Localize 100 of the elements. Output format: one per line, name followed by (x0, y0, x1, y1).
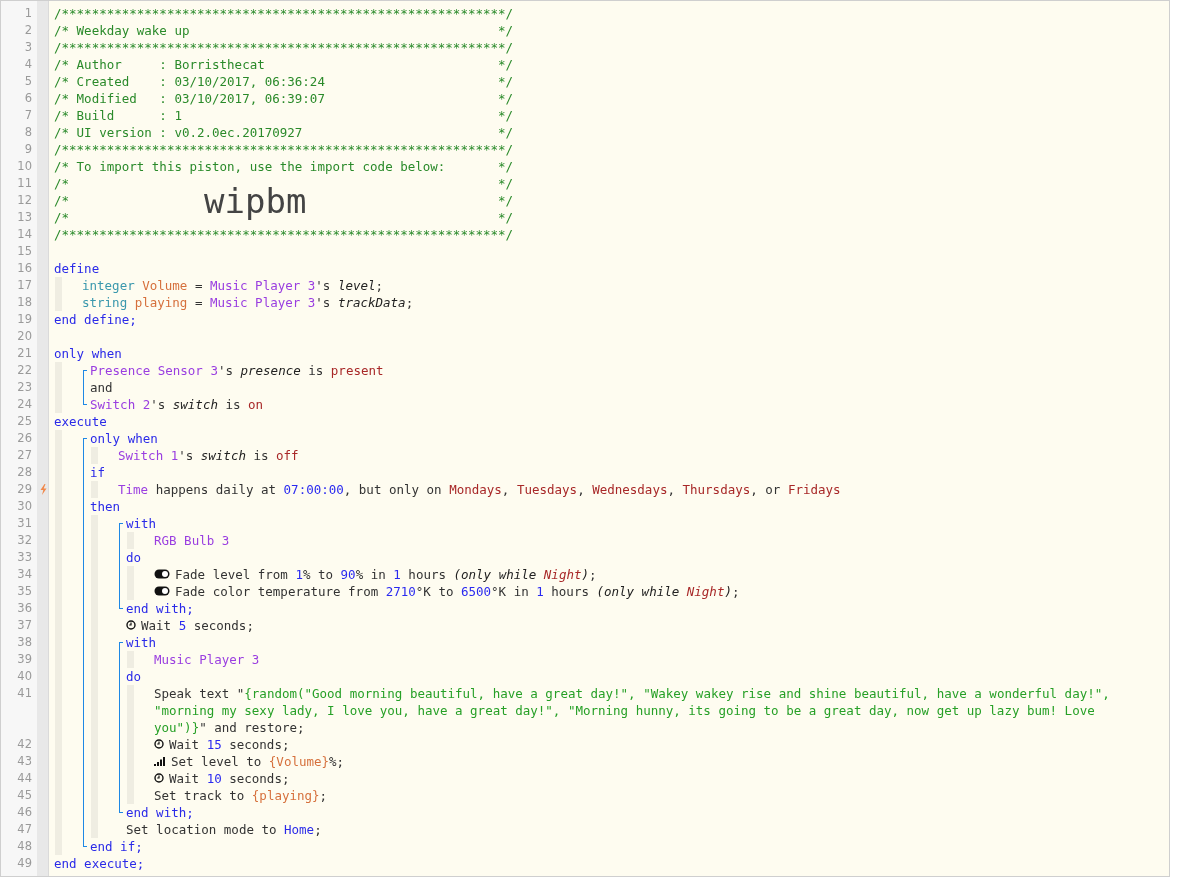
comment-text: */ (498, 22, 514, 39)
code-line: execute (54, 413, 108, 430)
code-line: /***********************************************************/ (54, 5, 515, 22)
code-line: Speak text "{random("Good morning beautiful, have a great day!", "Wakey wakey rise and shine beautiful, have a wonderful day!", "morning my sexy lady, I love you, have a great day!", "Morning hunny, its going to be a great day, now get up lazy bum! Love you")}" and restore; (154, 685, 1111, 736)
comment-text: */ (498, 56, 514, 73)
line-number: 48 (16, 838, 33, 855)
line-number: 8 (23, 124, 33, 141)
line-number: 3 (23, 39, 33, 56)
code-line: Set level to {Volume}%; (171, 753, 346, 770)
line-number: 10 (16, 158, 33, 175)
comment-text: */ (498, 192, 514, 209)
line-number: 29 (16, 481, 33, 498)
code-line: if (90, 464, 107, 481)
comment-text: /* Author : Borristhecat (54, 56, 265, 73)
code-line: only when (54, 345, 123, 362)
code-line: Fade level from 1% to 90% in 1 hours (only while Night); (175, 566, 598, 583)
line-number: 42 (16, 736, 33, 753)
line-number: 45 (16, 787, 33, 804)
code-line: and (90, 379, 114, 396)
line-number: 15 (16, 243, 33, 260)
line-number: 24 (16, 396, 33, 413)
line-number: 18 (16, 294, 33, 311)
line-number: 13 (16, 209, 33, 226)
code-line: end define; (54, 311, 138, 328)
line-number: 49 (16, 855, 33, 872)
line-number: 23 (16, 379, 33, 396)
clock-icon (154, 739, 164, 749)
line-number: 19 (16, 311, 33, 328)
line-number: 43 (16, 753, 33, 770)
line-number: 2 (23, 22, 33, 39)
code-line: Wait 15 seconds; (169, 736, 291, 753)
code-line: with (126, 634, 158, 651)
line-number: 33 (16, 549, 33, 566)
comment-text: */ (498, 90, 514, 107)
code-line: do (126, 549, 143, 566)
import-code: wipbm (204, 182, 307, 220)
line-number: 30 (16, 498, 33, 515)
line-number: 47 (16, 821, 33, 838)
line-number: 9 (23, 141, 33, 158)
toggle-icon (154, 586, 170, 596)
line-number: 31 (16, 515, 33, 532)
code-line: RGB Bulb 3 (154, 532, 231, 549)
code-line: Presence Sensor 3's presence is present (90, 362, 385, 379)
comment-text: /* (54, 175, 70, 192)
comment-text: /* To import this piston, use the import code below: (54, 158, 446, 175)
line-number: 26 (16, 430, 33, 447)
line-number: 17 (16, 277, 33, 294)
line-number: 22 (16, 362, 33, 379)
code-line: end if; (90, 838, 144, 855)
comment-text: /* UI version : v0.2.0ec.20170927 (54, 124, 303, 141)
line-number: 32 (16, 532, 33, 549)
line-number: 4 (23, 56, 33, 73)
comment-text: /* Weekday wake up (54, 22, 190, 39)
line-number: 7 (23, 107, 33, 124)
line-number: 20 (16, 328, 33, 345)
comment-text: */ (498, 175, 514, 192)
line-number: 41 (16, 685, 33, 702)
line-number: 44 (16, 770, 33, 787)
code-line: /***********************************************************/ (54, 141, 515, 158)
code-line: /***********************************************************/ (54, 226, 515, 243)
code-line: define (54, 260, 101, 277)
code-line: end with; (126, 600, 195, 617)
code-line: Switch 2's switch is on (90, 396, 265, 413)
line-number: 16 (16, 260, 33, 277)
code-line: Music Player 3 (154, 651, 261, 668)
code-line: end execute; (54, 855, 146, 872)
comment-text: */ (498, 209, 514, 226)
comment-text: /* Modified : 03/10/2017, 06:39:07 (54, 90, 325, 107)
line-number: 37 (16, 617, 33, 634)
signal-bars-icon (154, 756, 166, 766)
line-number: 25 (16, 413, 33, 430)
code-line: Set location mode to Home; (126, 821, 323, 838)
code-line: /***********************************************************/ (54, 39, 515, 56)
code-line: Wait 10 seconds; (169, 770, 291, 787)
code-line: Switch 1's switch is off (118, 447, 300, 464)
code-line: string playing = Music Player 3's trackData; (82, 294, 415, 311)
code-line: only when (90, 430, 159, 447)
line-number: 46 (16, 804, 33, 821)
comment-text: */ (498, 124, 514, 141)
line-number: 21 (16, 345, 33, 362)
line-number: 27 (16, 447, 33, 464)
clock-icon (154, 773, 164, 783)
comment-text: */ (498, 158, 514, 175)
line-number: 12 (16, 192, 33, 209)
code-line: integer Volume = Music Player 3's level; (82, 277, 385, 294)
code-line: then (90, 498, 122, 515)
comment-text: /* (54, 192, 70, 209)
line-number: 1 (23, 5, 33, 22)
line-number: 40 (16, 668, 33, 685)
code-line: Time happens daily at 07:00:00, but only on Mondays, Tuesdays, Wednesdays, Thursdays, or Fridays (118, 481, 842, 498)
code-line: do (126, 668, 143, 685)
comment-text: /* (54, 209, 70, 226)
code-line: Wait 5 seconds; (141, 617, 255, 634)
code-line: with (126, 515, 158, 532)
comment-text: */ (498, 107, 514, 124)
comment-text: */ (498, 73, 514, 90)
toggle-icon (154, 569, 170, 579)
comment-text: /* Build : 1 (54, 107, 182, 124)
code-line: Set track to {playing}; (154, 787, 329, 804)
line-number: 28 (16, 464, 33, 481)
